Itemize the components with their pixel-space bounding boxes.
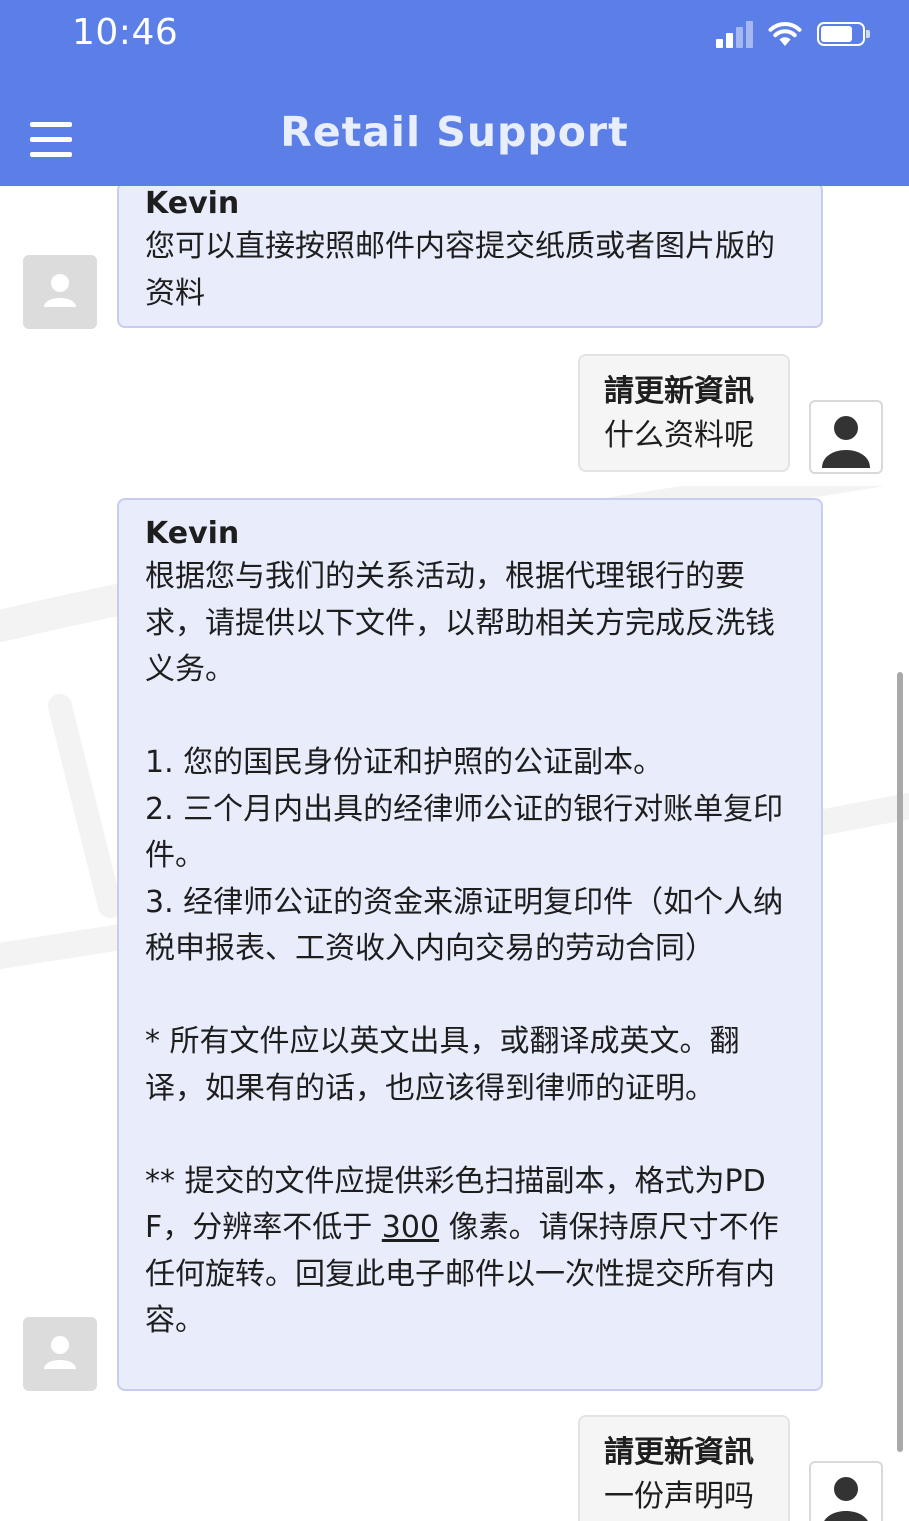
user-message: 請更新資訊 什么资料呢 [578, 354, 790, 472]
message-sender: Kevin [145, 516, 240, 551]
agent-message: Kevin 您可以直接按照邮件内容提交纸质或者图片版的资料 [117, 186, 823, 328]
page-title: Retail Support [280, 108, 629, 156]
wifi-icon [768, 22, 802, 46]
message-text: 您可以直接按照邮件内容提交纸质或者图片版的资料 [145, 229, 775, 311]
status-time: 10:46 [72, 12, 179, 53]
chat-message-list[interactable]: Kevin 您可以直接按照邮件内容提交纸质或者图片版的资料 請更新資訊 什么资料… [0, 186, 909, 1521]
message-sender: 請更新資訊 [604, 1435, 754, 1470]
agent-avatar-icon [23, 1317, 97, 1391]
user-avatar-icon [809, 1461, 883, 1521]
message-sender: 請更新資訊 [604, 374, 754, 409]
message-text: 什么资料呢 [604, 418, 754, 453]
message-link-300[interactable]: 300 [382, 1210, 439, 1245]
status-icons [716, 14, 870, 54]
user-message: 請更新資訊 一份声明吗 [578, 1415, 790, 1521]
chat-screen: 10:46 Retail Support Kevin 您可以直接按照邮件内容提交… [0, 0, 909, 1521]
message-sender: Kevin [145, 186, 240, 221]
app-header: 10:46 Retail Support [0, 0, 909, 186]
message-text: 一份声明吗 [604, 1479, 754, 1514]
message-text: 根据您与我们的关系活动，根据代理银行的要求，请提供以下文件，以帮助相关方完成反洗… [145, 554, 795, 1345]
battery-icon [817, 22, 870, 46]
message-text-part1: 根据您与我们的关系活动，根据代理银行的要求，请提供以下文件，以帮助相关方完成反洗… [145, 559, 784, 1245]
agent-message: Kevin 根据您与我们的关系活动，根据代理银行的要求，请提供以下文件，以帮助相… [117, 498, 823, 1391]
cellular-signal-icon [716, 20, 753, 48]
agent-avatar-icon [23, 255, 97, 329]
scrollbar[interactable] [897, 672, 903, 1452]
user-avatar-icon [809, 400, 883, 474]
